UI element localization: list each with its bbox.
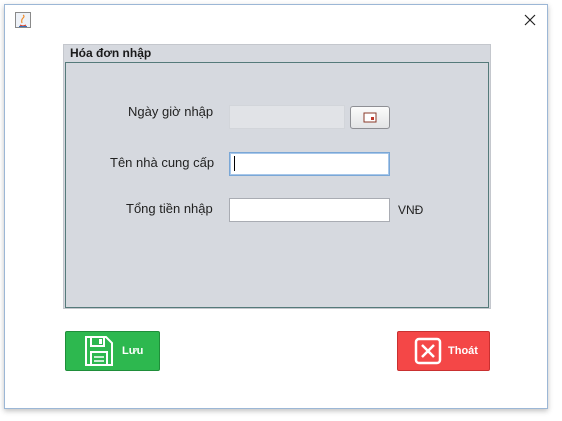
- total-input[interactable]: [229, 198, 390, 222]
- x-box-icon: [414, 337, 442, 365]
- java-app-icon: [15, 12, 31, 28]
- dialog-content: Hóa đơn nhập Ngày giờ nhập Tên nhà cung …: [5, 35, 547, 408]
- supplier-label: Tên nhà cung cấp: [110, 155, 215, 170]
- calendar-button[interactable]: [350, 106, 390, 129]
- save-button[interactable]: Lưu: [65, 331, 160, 371]
- currency-label: VNĐ: [398, 203, 424, 217]
- close-icon: [524, 14, 536, 26]
- panel-body: Ngày giờ nhập Tên nhà cung cấp Tổng tiền…: [65, 62, 489, 308]
- text-caret: [234, 156, 235, 171]
- date-label: Ngày giờ nhập: [128, 104, 214, 119]
- floppy-disk-icon: [85, 336, 113, 366]
- invoice-panel: Hóa đơn nhập Ngày giờ nhập Tên nhà cung …: [63, 44, 491, 309]
- exit-button[interactable]: Thoát: [397, 331, 490, 371]
- total-label: Tổng tiền nhập: [126, 201, 213, 216]
- dialog-window: Hóa đơn nhập Ngày giờ nhập Tên nhà cung …: [4, 4, 548, 409]
- panel-title: Hóa đơn nhập: [70, 46, 152, 60]
- save-label: Lưu: [122, 345, 144, 357]
- calendar-icon: [363, 112, 377, 123]
- date-field: [229, 105, 345, 129]
- close-button[interactable]: [513, 5, 547, 35]
- title-bar: [5, 5, 547, 35]
- exit-label: Thoát: [448, 345, 478, 357]
- supplier-input[interactable]: [229, 152, 390, 176]
